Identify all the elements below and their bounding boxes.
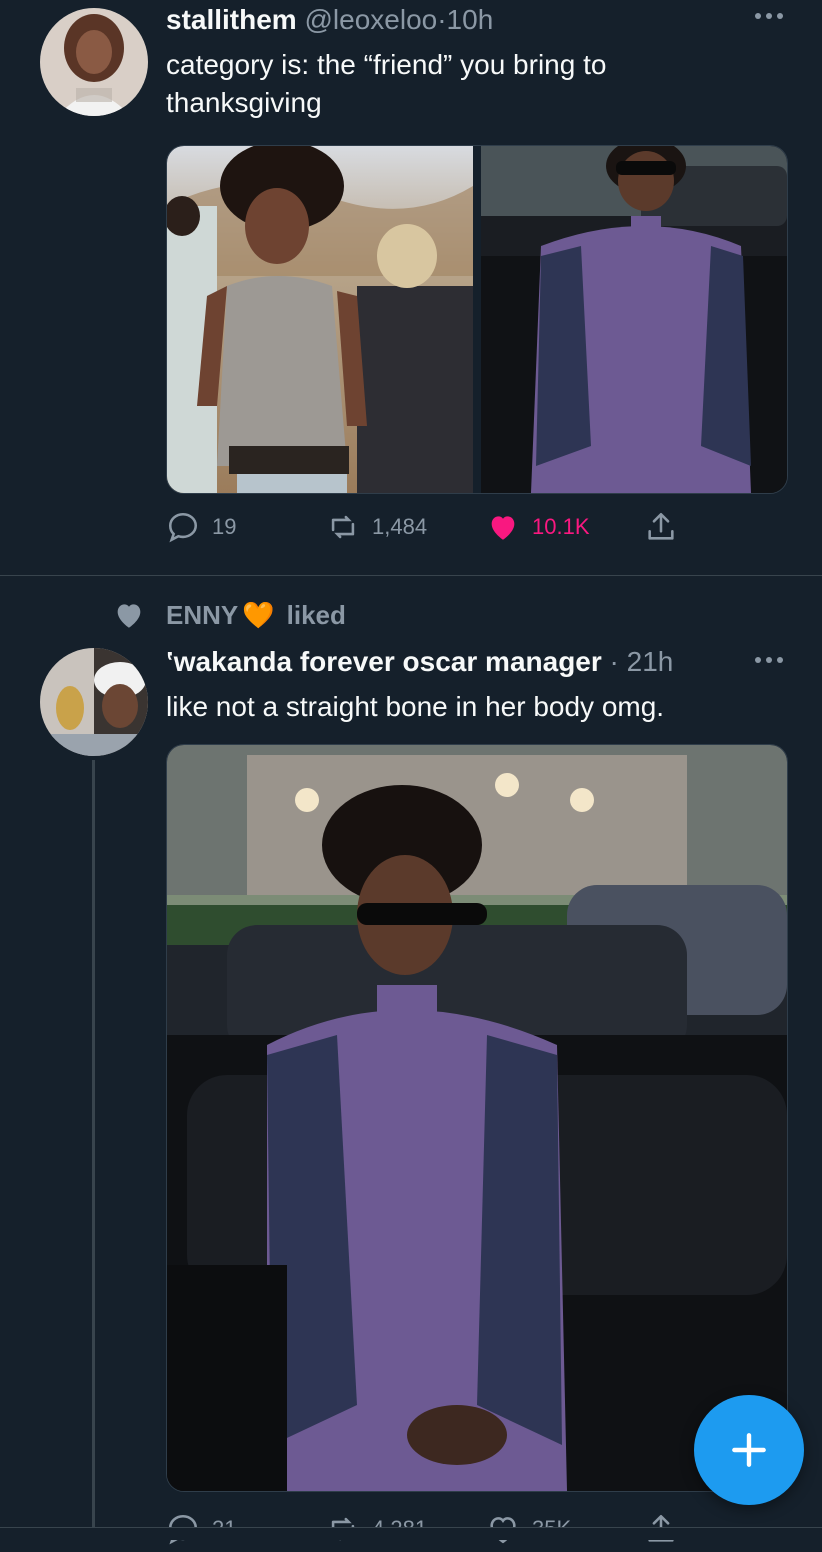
heart-filled-icon	[491, 516, 515, 540]
photo-image	[167, 745, 787, 1491]
avatar-image	[40, 8, 148, 116]
tweet-2[interactable]: ʽwakanda forever oscar manager · 21h lik…	[0, 640, 822, 1545]
tweet-header: ʽwakanda forever oscar manager · 21h	[166, 645, 673, 679]
ellipsis-icon	[755, 13, 783, 19]
like-count: 10.1K	[532, 514, 590, 539]
timestamp[interactable]: 21h	[627, 646, 674, 677]
photo-left-image	[167, 146, 473, 493]
retweet-count: 1,484	[372, 514, 428, 539]
share-icon	[648, 512, 674, 540]
heart-icon	[117, 604, 141, 628]
tweet-1[interactable]: stallithem @leoxeloo·10h category is: th…	[0, 0, 822, 575]
avatar-image	[40, 648, 148, 756]
avatar[interactable]	[40, 648, 148, 756]
tweet-actions: 19 1,484 10.1K	[166, 510, 706, 550]
display-name[interactable]: ʽwakanda forever oscar manager	[166, 646, 602, 677]
separator: ·	[437, 4, 447, 35]
tweet-text: category is: the “friend” you bring to t…	[166, 49, 607, 118]
liker-name[interactable]: ENNY	[166, 600, 238, 631]
plus-icon	[732, 1433, 766, 1467]
thread-line	[92, 760, 95, 1539]
compose-tweet-button[interactable]	[694, 1395, 804, 1505]
handle[interactable]: @leoxeloo	[304, 4, 437, 35]
photo-left[interactable]	[167, 146, 473, 493]
liker-emoji: 🧡	[242, 599, 275, 630]
media-single[interactable]	[166, 744, 788, 1492]
avatar[interactable]	[40, 8, 148, 116]
more-button[interactable]	[752, 6, 786, 32]
display-name[interactable]: stallithem	[166, 4, 297, 35]
timestamp[interactable]: 10h	[447, 4, 494, 35]
liked-label: liked	[286, 599, 346, 630]
tweet-text: like not a straight bone in her body omg…	[166, 691, 665, 722]
tweet-divider	[0, 575, 822, 576]
photo-right[interactable]	[481, 146, 787, 493]
retweet-icon	[331, 515, 355, 539]
reply-count: 19	[212, 514, 237, 539]
photo-right-image	[481, 146, 787, 493]
tweet-header: stallithem @leoxeloo·10h	[166, 3, 493, 37]
separator: ·	[609, 646, 619, 677]
social-context[interactable]: ENNY 🧡 liked	[112, 598, 346, 632]
reply-button[interactable]: 19	[166, 510, 236, 544]
like-button[interactable]: 10.1K	[486, 510, 590, 544]
retweet-button[interactable]: 1,484	[326, 510, 427, 544]
ellipsis-icon	[755, 657, 783, 663]
media-grid[interactable]	[166, 145, 788, 494]
more-button[interactable]	[752, 650, 786, 676]
bottom-bar-edge	[0, 1527, 822, 1540]
share-button[interactable]	[644, 510, 678, 544]
reply-icon	[168, 512, 198, 543]
